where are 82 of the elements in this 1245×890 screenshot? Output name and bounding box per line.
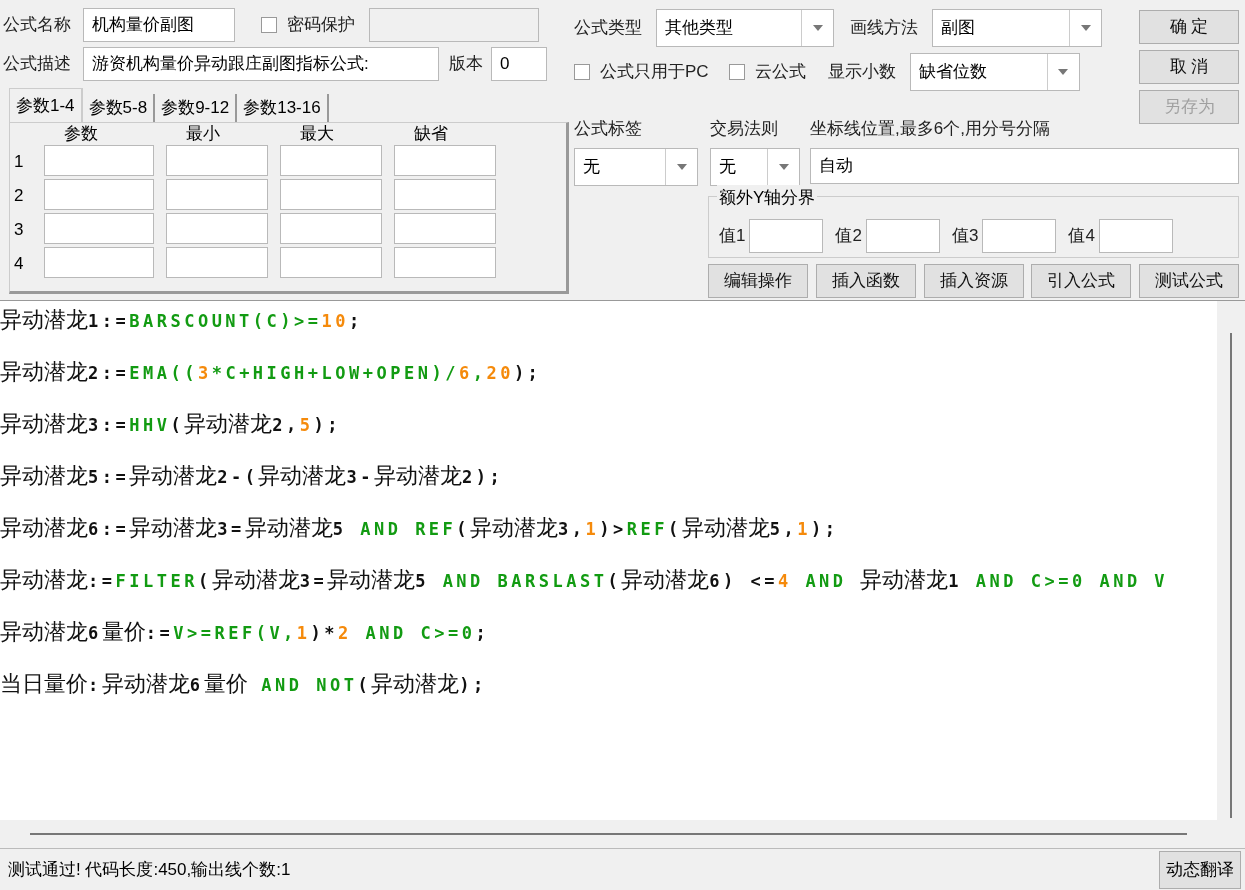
- checkbox[interactable]: [728, 64, 745, 80]
- checkbox[interactable]: [574, 64, 590, 80]
- field-label: 画线方法: [850, 17, 918, 40]
- status-text: 测试通过! 代码长度:450,输出线个数:1: [7, 858, 291, 881]
- input-field[interactable]: [982, 218, 1057, 253]
- dropdown[interactable]: 其他类型: [656, 9, 834, 47]
- caret-icon: [812, 25, 823, 31]
- input-field[interactable]: [44, 179, 154, 210]
- field-label: 版本: [449, 53, 483, 76]
- input-field[interactable]: 机构量价副图: [83, 8, 235, 42]
- caret-icon: [1058, 69, 1069, 75]
- input-field[interactable]: [166, 213, 268, 244]
- input-field[interactable]: [394, 179, 496, 210]
- input-field[interactable]: [280, 213, 382, 244]
- field-label: 显示小数: [827, 61, 896, 84]
- input-field[interactable]: [749, 218, 824, 253]
- code-line: 异动潜龙1:=BARSCOUNT(C)>=10;: [0, 306, 363, 334]
- input-field[interactable]: [280, 145, 382, 176]
- field-label: 交易法则: [710, 118, 779, 140]
- input-field[interactable]: [166, 247, 268, 278]
- input-field[interactable]: [280, 179, 382, 210]
- dropdown[interactable]: 无: [574, 147, 698, 186]
- code-line: 异动潜龙3:=HHV(异动潜龙2,5);: [0, 410, 341, 438]
- code-line: 异动潜龙6:=异动潜龙3=异动潜龙5 AND REF(异动潜龙3,1)>REF(异动潜龙5,1);: [0, 514, 839, 542]
- input-field[interactable]: [394, 213, 496, 244]
- field-label: 云公式: [754, 61, 806, 84]
- input-field[interactable]: [394, 145, 496, 176]
- input-field[interactable]: [394, 247, 496, 278]
- tab[interactable]: 参数1-4: [9, 88, 83, 122]
- field-label: 公式描述: [3, 53, 71, 76]
- input-field[interactable]: [280, 247, 382, 278]
- field-label: 密码保护: [287, 14, 355, 37]
- caret-icon: [1080, 25, 1091, 31]
- button[interactable]: 测试公式: [1139, 263, 1239, 298]
- button[interactable]: 引入公式: [1031, 263, 1132, 298]
- column-header: 最大: [299, 123, 335, 145]
- dropdown[interactable]: 副图: [932, 9, 1102, 47]
- field-label: 值1: [719, 224, 746, 247]
- input-field[interactable]: [44, 213, 154, 244]
- field-label: 坐标线位置,最多6个,用分号分隔: [810, 118, 1051, 140]
- input-field[interactable]: [44, 247, 154, 278]
- vertical-scrollbar[interactable]: [1217, 301, 1245, 848]
- column-header: 缺省: [413, 123, 449, 145]
- button[interactable]: 插入函数: [815, 263, 916, 298]
- caret-icon: [676, 163, 687, 170]
- row-number: 1: [14, 151, 25, 174]
- field-label: 公式类型: [574, 17, 642, 40]
- code-line: 异动潜龙5:=异动潜龙2-(异动潜龙3-异动潜龙2);: [0, 462, 504, 490]
- caret-icon: [778, 163, 789, 170]
- field-label: 公式名称: [3, 14, 71, 37]
- input-field[interactable]: 0: [491, 47, 547, 81]
- row-number: 3: [14, 219, 25, 242]
- field-label: 公式只用于PC: [600, 61, 709, 84]
- field-label: 值3: [951, 224, 979, 247]
- button[interactable]: 插入资源: [923, 263, 1024, 298]
- button[interactable]: 编辑操作: [708, 263, 808, 298]
- input-field[interactable]: [865, 218, 940, 253]
- code-line: 异动潜龙6量价:=V>=REF(V,1)*2 AND C>=0;: [0, 618, 490, 646]
- field-label: 值4: [1068, 224, 1095, 247]
- button[interactable]: 确 定: [1139, 10, 1239, 44]
- password-field[interactable]: [369, 8, 539, 42]
- dropdown[interactable]: 无: [710, 147, 800, 186]
- field-label: 公式标签: [574, 118, 643, 140]
- dropdown[interactable]: 缺省位数: [909, 53, 1080, 91]
- input-field[interactable]: [1098, 218, 1173, 253]
- checkbox[interactable]: [261, 17, 277, 33]
- code-line: 异动潜龙:=FILTER(异动潜龙3=异动潜龙5 AND BARSLAST(异动潜龙6) <=4 AND 异动潜龙1 AND C>=0 AND V: [0, 566, 1169, 594]
- field-label: 值2: [835, 224, 862, 247]
- input-field[interactable]: 自动: [810, 147, 1239, 184]
- row-number: 4: [14, 253, 25, 276]
- input-field[interactable]: [166, 179, 268, 210]
- input-field[interactable]: 游资机构量价异动跟庄副图指标公式:: [83, 47, 439, 81]
- button[interactable]: 动态翻译: [1159, 850, 1241, 889]
- input-field[interactable]: [44, 145, 154, 176]
- column-header: 参数: [63, 123, 99, 145]
- row-number: 2: [14, 185, 25, 208]
- horizontal-scrollbar[interactable]: [0, 820, 1217, 848]
- code-line: 异动潜龙2:=EMA((3*C+HIGH+LOW+OPEN)/6,20);: [0, 358, 542, 386]
- input-field[interactable]: [166, 145, 268, 176]
- button[interactable]: 取 消: [1139, 50, 1239, 84]
- code-editor[interactable]: [0, 300, 1245, 848]
- column-header: 最小: [185, 123, 221, 145]
